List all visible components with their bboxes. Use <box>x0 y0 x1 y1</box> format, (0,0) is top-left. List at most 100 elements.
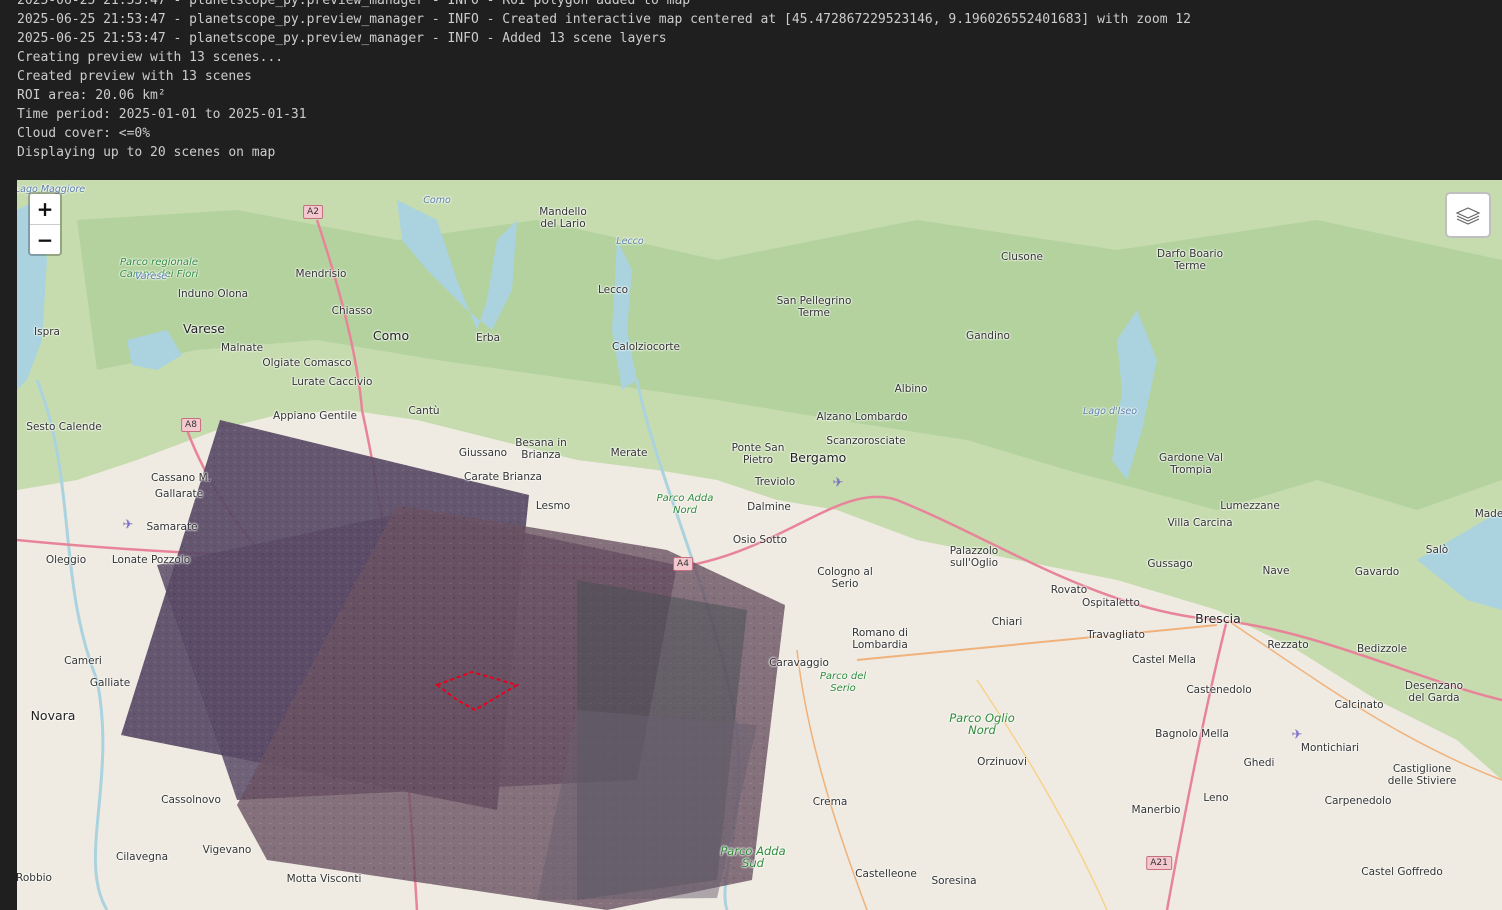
town-label: Orzinuovi <box>977 756 1027 768</box>
town-label: Ospitaletto <box>1082 597 1140 609</box>
town-label: Carate Brianza <box>464 471 542 483</box>
console-output: 2025-06-25 21:53:47 - planetscope_py.pre… <box>17 0 1487 162</box>
town-label: Travagliato <box>1087 629 1145 641</box>
park-label: Parco Adda Nord <box>656 493 714 516</box>
town-label: Albino <box>894 383 928 395</box>
town-label: Calcinato <box>1334 699 1384 711</box>
town-label: Leno <box>1203 792 1229 804</box>
town-label: Montichiari <box>1300 742 1360 754</box>
town-label: Cologno al Serio <box>817 566 873 590</box>
town-label: Dalmine <box>747 501 791 513</box>
town-label: Treviolo <box>754 476 796 488</box>
town-label: Olgiate Comasco <box>262 357 352 369</box>
town-label: Mendrisio <box>295 268 347 280</box>
town-label: Besana in Brianza <box>515 437 567 461</box>
town-label: Appiano Gentile <box>273 410 357 422</box>
town-label: Rovato <box>1050 584 1088 596</box>
zoom-in-button[interactable]: + <box>30 194 60 224</box>
town-label: Made <box>1474 508 1502 520</box>
road-shield: A2 <box>303 205 323 219</box>
interactive-map[interactable]: Como Varese Bergamo Brescia Novara Lecco… <box>17 180 1502 910</box>
log-line: ROI area: 20.06 km² <box>17 88 166 103</box>
town-label: Chiasso <box>331 305 373 317</box>
water-label: Como <box>423 195 451 206</box>
road-shield: A21 <box>1146 856 1172 870</box>
town-label: Gandino <box>966 330 1010 342</box>
town-label: Bagnolo Mella <box>1155 728 1229 740</box>
park-label: Parco Oglio Nord <box>949 711 1015 737</box>
town-label: Mandello del Lario <box>539 206 587 230</box>
town-label: Desenzano del Garda <box>1404 680 1464 704</box>
town-label: Cassolnovo <box>161 794 221 806</box>
town-label: Palazzolo sull'Oglio <box>949 545 999 569</box>
log-line: 2025-06-25 21:53:47 - planetscope_py.pre… <box>17 31 667 46</box>
log-line: 2025-06-25 21:53:47 - planetscope_py.pre… <box>17 0 691 8</box>
town-label: Merate <box>610 447 648 459</box>
log-line: Created preview with 13 scenes <box>17 69 252 84</box>
town-label: Motta Visconti <box>286 873 362 885</box>
log-line: Cloud cover: <=0% <box>17 126 151 141</box>
town-label: Gallarate <box>154 488 204 500</box>
town-label: Cassano M. <box>151 472 211 484</box>
town-label: Galliate <box>89 677 131 689</box>
zoom-out-button[interactable]: − <box>30 224 60 254</box>
log-line: Displaying up to 20 scenes on map <box>17 145 276 160</box>
town-label: Lumezzane <box>1220 500 1280 512</box>
water-label: Lecco <box>616 236 644 247</box>
town-label: Clusone <box>1001 251 1043 263</box>
town-label: Ponte San Pietro <box>731 442 785 466</box>
town-label: Cameri <box>64 655 102 667</box>
log-line: 2025-06-25 21:53:47 - planetscope_py.pre… <box>17 12 1191 27</box>
water-label: Lago d'Iseo <box>1082 406 1138 417</box>
town-label: Romano di Lombardia <box>852 627 908 651</box>
town-label: Lesmo <box>535 500 571 512</box>
town-label: Castelleone <box>855 868 917 880</box>
town-label: Ispra <box>34 326 60 338</box>
airport-icon: ✈ <box>122 517 134 533</box>
town-label: Gardone Val Trompia <box>1159 452 1223 476</box>
park-label: Parco Adda Sud <box>720 844 786 870</box>
town-label: Lurate Caccivio <box>291 376 373 388</box>
layers-control-button[interactable] <box>1445 192 1491 238</box>
city-label: Novara <box>30 708 76 723</box>
town-label: Castel Mella <box>1132 654 1196 666</box>
town-label: Caravaggio <box>769 657 829 669</box>
town-label: Erba <box>475 332 501 344</box>
town-label: Calolziocorte <box>612 341 680 353</box>
town-label: Scanzorosciate <box>826 435 906 447</box>
city-label: Varese <box>183 321 225 336</box>
town-label: San Pellegrino Terme <box>776 295 852 319</box>
town-label: Salò <box>1425 544 1449 556</box>
airport-icon: ✈ <box>1291 727 1303 743</box>
town-label: Carpenedolo <box>1324 795 1392 807</box>
town-label: Soresina <box>931 875 977 887</box>
town-label: Samarate <box>146 521 198 533</box>
town-label: Darfo Boario Terme <box>1156 248 1223 272</box>
zoom-control: + − <box>28 192 62 256</box>
town-label: Ghedi <box>1243 757 1275 769</box>
town-label: Gavardo <box>1354 566 1400 578</box>
town-label: Oleggio <box>45 554 87 566</box>
road-shield: A8 <box>181 418 201 432</box>
town-label: Cantù <box>408 405 440 417</box>
town-label: Alzano Lombardo <box>816 411 908 423</box>
town-label: Robbio <box>17 872 52 884</box>
town-label: Villa Carcina <box>1167 517 1233 529</box>
town-label: Rezzato <box>1267 639 1309 651</box>
city-label: Lecco <box>597 284 629 296</box>
city-label: Bergamo <box>789 450 847 465</box>
town-label: Bedizzole <box>1356 643 1408 655</box>
town-label: Malnate <box>220 342 264 354</box>
town-label: Lonate Pozzolo <box>111 554 191 566</box>
city-label: Brescia <box>1195 611 1241 626</box>
town-label: Chiari <box>991 616 1023 628</box>
town-label: Nave <box>1262 565 1290 577</box>
log-line: Creating preview with 13 scenes... <box>17 50 284 65</box>
town-label: Sesto Calende <box>26 421 102 433</box>
town-label: Castiglione delle Stiviere <box>1387 763 1457 787</box>
town-label: Osio Sotto <box>732 534 788 546</box>
city-label: Como <box>372 328 410 343</box>
town-label: Castenedolo <box>1186 684 1252 696</box>
water-label: Varese <box>134 271 168 282</box>
town-label: Vigevano <box>202 844 252 856</box>
